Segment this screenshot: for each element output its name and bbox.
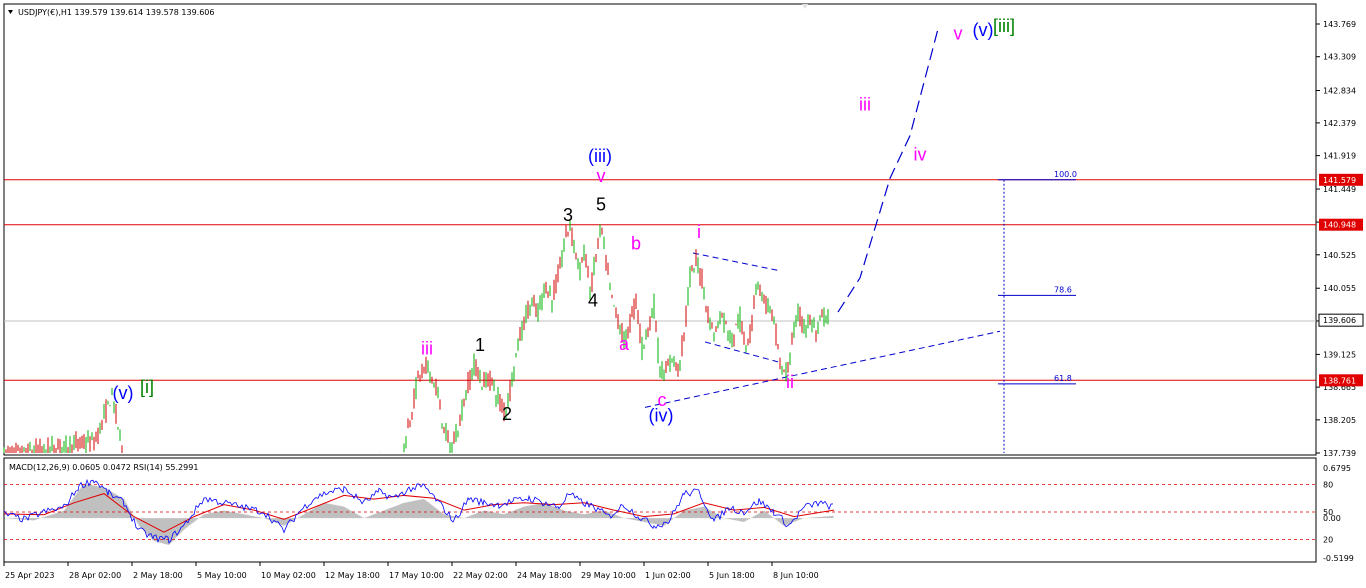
time-tick-label: 10 May 02:00: [261, 571, 316, 580]
wave-label: 2: [502, 404, 512, 424]
wave-label: b: [631, 233, 641, 253]
price-tick-label: 143.309: [1323, 53, 1356, 62]
price-tick-label: 143.769: [1323, 20, 1356, 29]
wave-label: 1: [475, 335, 485, 355]
level-price-label: 140.948: [1323, 221, 1356, 230]
wave-label: ii: [786, 372, 794, 392]
price-tick-label: 137.739: [1323, 449, 1356, 458]
time-tick-label: 5 Jun 18:00: [709, 571, 755, 580]
price-tick-label: 142.379: [1323, 119, 1356, 128]
time-tick-label: 24 May 18:00: [517, 571, 572, 580]
indicator-panel-frame: [3, 457, 1317, 563]
time-axis[interactable]: 25 Apr 2023 28 Apr 02:00 2 May 18:00 5 May …: [3, 562, 819, 580]
chart[interactable]: 100.078.661.8 (v) [i]iii 123(iii)v54bac(iv…: [0, 0, 1366, 588]
wave-label: (iii): [588, 146, 612, 166]
wave-label: iii: [859, 95, 871, 115]
indicator-tick-label: 0.00: [1323, 514, 1341, 523]
price-tick-label: 140.055: [1323, 284, 1356, 293]
time-tick-label: 25 Apr 2023: [5, 571, 54, 580]
indicator-tick-label: -0.5199: [1323, 554, 1354, 563]
time-tick-label: 1 Jun 02:00: [645, 571, 691, 580]
time-tick-label: 2 May 18:00: [133, 571, 183, 580]
wave-label: (iv): [649, 406, 674, 426]
price-tick-label: 139.125: [1323, 350, 1356, 359]
wave-label: [iii]: [993, 16, 1015, 36]
wave-label: 4: [588, 290, 598, 310]
wave-label: (v): [973, 20, 994, 40]
main-panel-frame: [3, 3, 1317, 456]
time-tick-label: 17 May 10:00: [389, 571, 444, 580]
wave-label: 5: [596, 194, 606, 214]
indicator-tick-label: 0.6795: [1323, 464, 1351, 473]
wave-label: v: [597, 166, 606, 186]
indicator-tick-label: 80: [1323, 480, 1333, 489]
level-price-label: 138.761: [1323, 376, 1356, 385]
level-price-label: 141.579: [1323, 176, 1356, 185]
indicator-tick-label: 20: [1323, 536, 1333, 545]
wave-label: iv: [914, 145, 927, 165]
indicator-info: MACD(12,26,9) 0.0605 0.0472 RSI(14) 55.2…: [9, 463, 198, 472]
wave-label: [i]: [140, 377, 154, 397]
wave-label: a: [619, 334, 630, 354]
symbol-info: USDJPY(€),H1 139.579 139.614 139.578 139…: [18, 8, 214, 17]
price-axis[interactable]: 143.769 143.309 142.834 142.379 141.919 141.4…: [1316, 20, 1364, 458]
time-tick-label: 22 May 02:00: [453, 571, 508, 580]
wave-label: (v): [113, 383, 134, 403]
price-tick-label: 138.205: [1323, 416, 1356, 425]
time-tick-label: 29 May 10:00: [581, 571, 636, 580]
current-price-label: 139.606: [1323, 316, 1356, 325]
time-tick-label: 8 Jun 10:00: [773, 571, 819, 580]
fib-level-label: 78.6: [1054, 285, 1072, 294]
price-tick-label: 141.919: [1323, 152, 1356, 161]
price-tick-label: 141.449: [1323, 185, 1356, 194]
time-tick-label: 5 May 10:00: [197, 571, 247, 580]
price-tick-label: 140.525: [1323, 251, 1356, 260]
wave-label: i: [697, 222, 701, 242]
fib-level-label: 61.8: [1054, 374, 1072, 383]
time-tick-label: 12 May 18:00: [325, 571, 380, 580]
time-tick-label: 28 Apr 02:00: [69, 571, 121, 580]
wave-label: iii: [421, 339, 433, 359]
fib-level-label: 100.0: [1054, 170, 1077, 179]
price-tick-label: 142.834: [1323, 87, 1356, 96]
wave-label: 3: [563, 205, 573, 225]
indicator-axis: 0.679580500.0020-0.5199: [1323, 464, 1354, 563]
wave-label: v: [954, 24, 963, 44]
